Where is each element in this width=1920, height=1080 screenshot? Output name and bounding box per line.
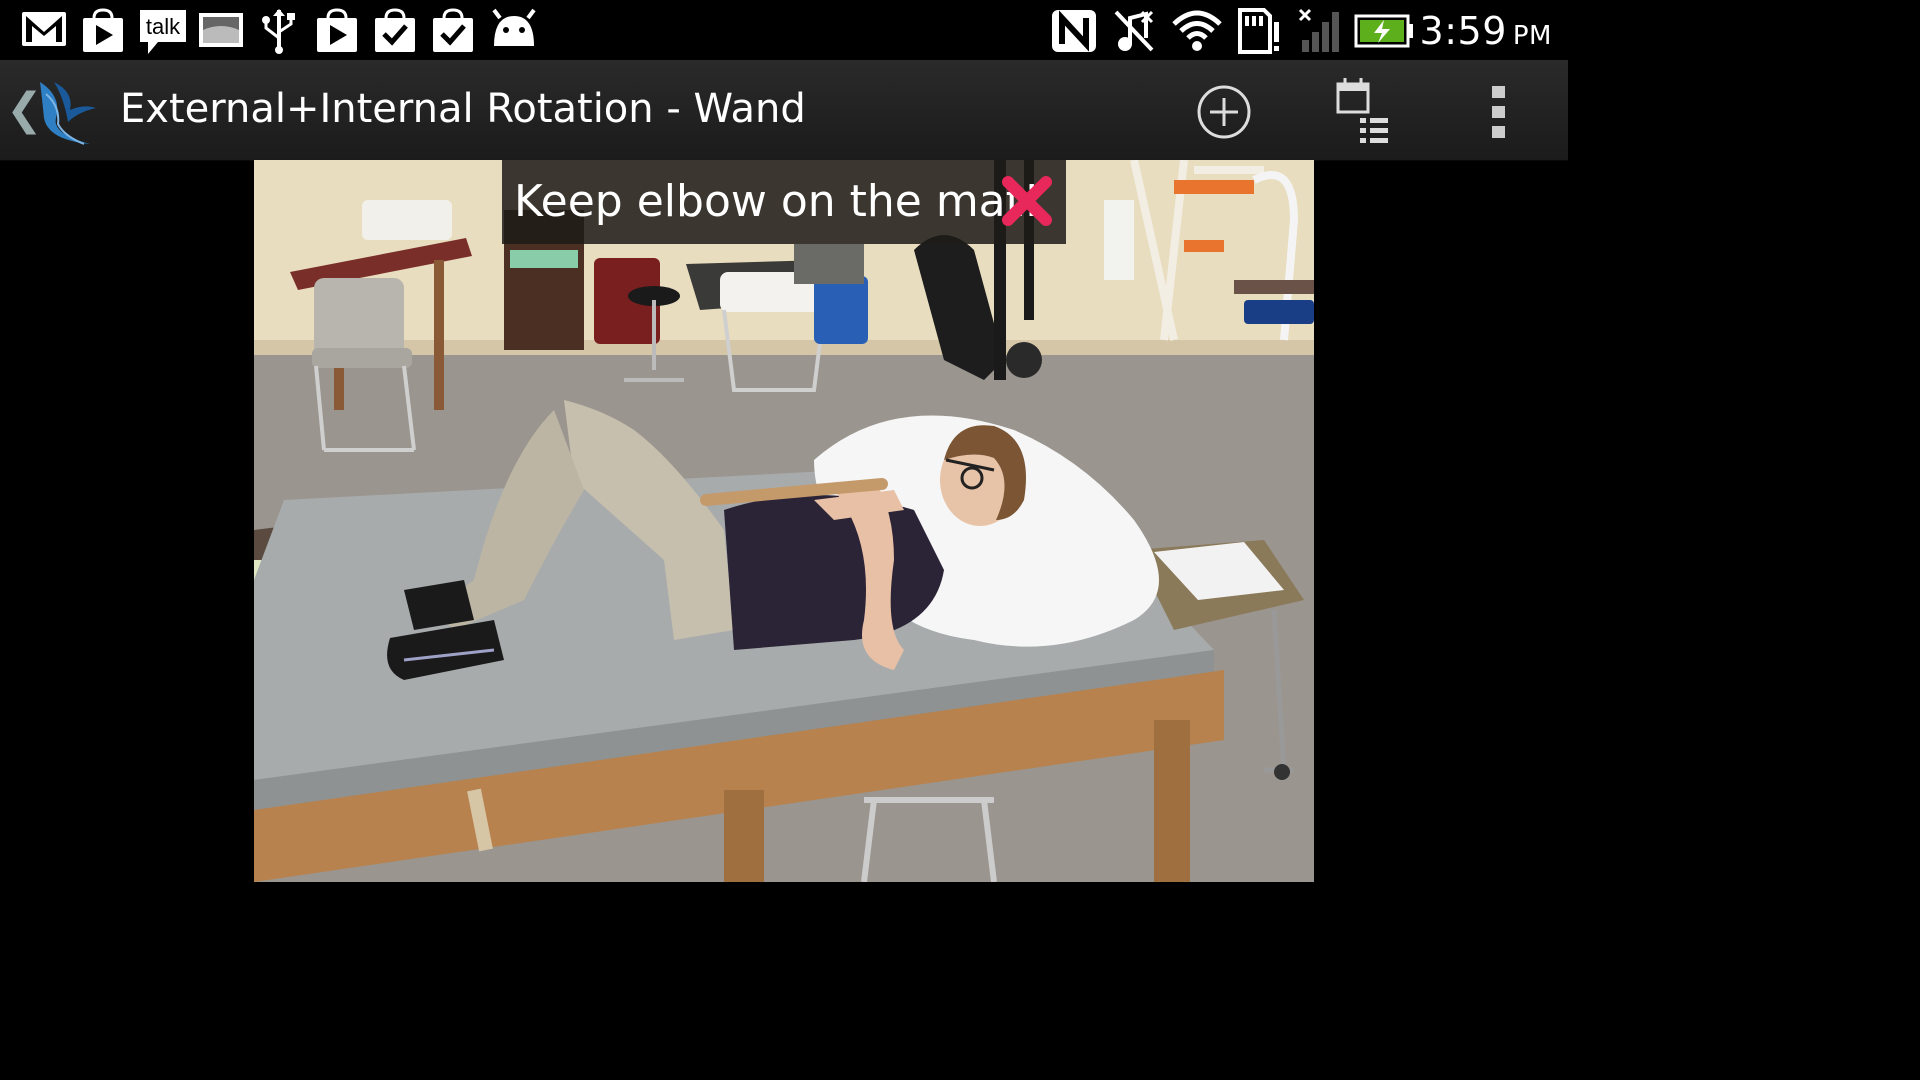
play-store-icon [314, 8, 360, 59]
action-bar: ❮ External+Internal Rotation - Wand [0, 60, 1568, 161]
nfc-icon [1050, 8, 1098, 59]
exercise-video-frame [254, 160, 1314, 882]
usb-icon [258, 8, 300, 59]
status-bar: talk 3:59 PM [0, 0, 1568, 60]
screen-title: External+Internal Rotation - Wand [120, 86, 806, 132]
exercise-video[interactable] [254, 160, 1314, 882]
task-done-icon [372, 8, 418, 59]
play-store-icon [80, 8, 126, 59]
sd-card-warning-icon [1236, 8, 1284, 59]
add-button[interactable] [1196, 84, 1252, 145]
android-icon [490, 8, 538, 55]
exercise-tip-text: Keep elbow on the mat! [514, 176, 1041, 227]
mute-icon [1112, 8, 1156, 59]
add-icon [1197, 85, 1251, 139]
schedule-list-button[interactable] [1334, 76, 1392, 151]
talk-icon: talk [138, 8, 188, 61]
svg-text:talk: talk [146, 14, 181, 39]
app-logo[interactable] [34, 78, 98, 153]
schedule-list-icon [1336, 78, 1388, 143]
battery-charging-icon [1354, 8, 1414, 59]
close-x-icon [1000, 174, 1054, 233]
exercise-tip-banner: Keep elbow on the mat! [502, 160, 1066, 244]
overflow-menu-button[interactable] [1488, 84, 1510, 145]
gmail-icon [20, 8, 68, 55]
overflow-menu-icon [1492, 86, 1505, 138]
gallery-icon [198, 8, 244, 55]
no-signal-icon [1296, 8, 1344, 59]
wifi-icon [1170, 8, 1224, 59]
clock: 3:59 PM [1419, 9, 1552, 53]
task-done-icon [430, 8, 476, 59]
